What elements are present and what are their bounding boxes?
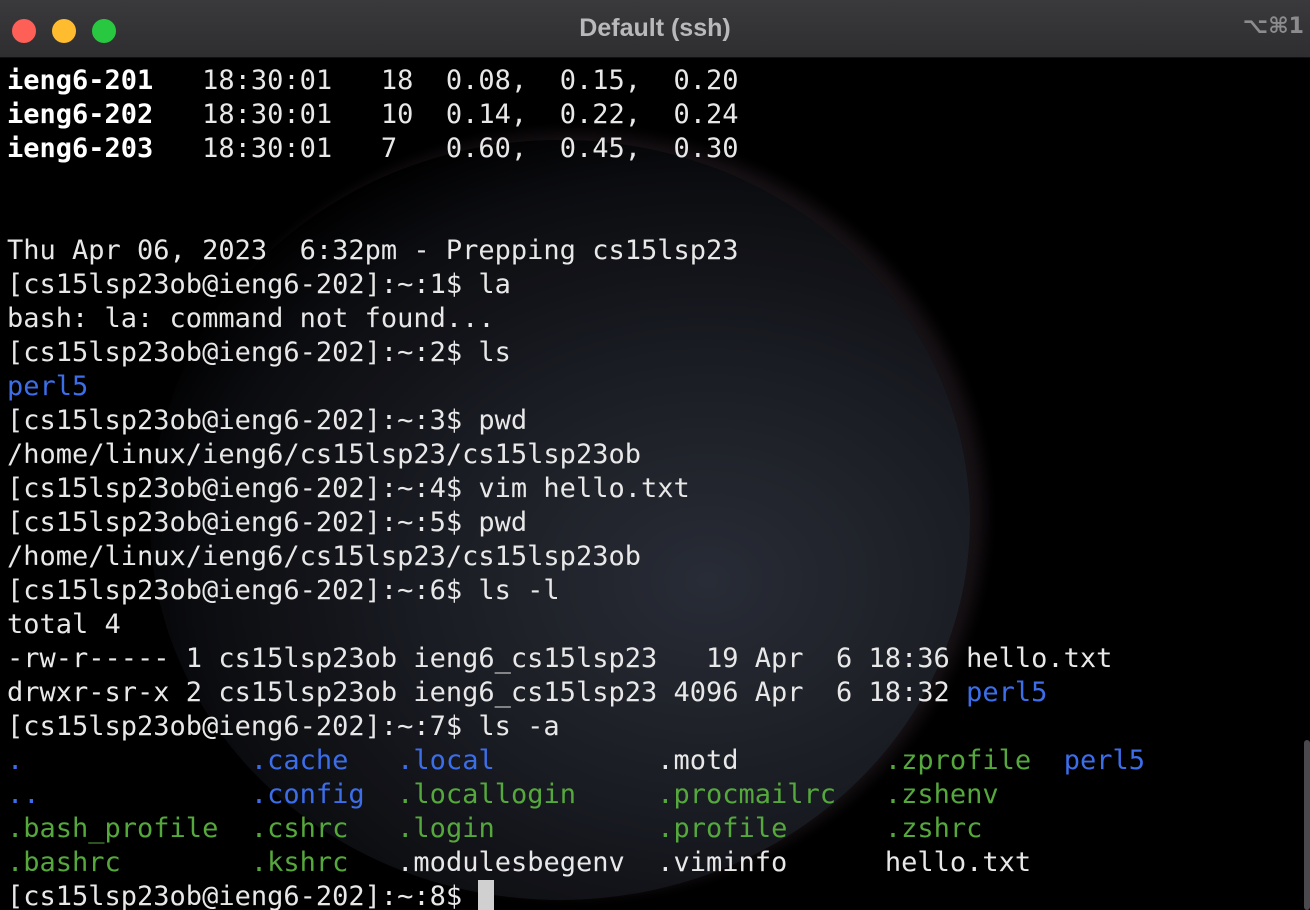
column-gap	[218, 813, 251, 844]
prompt-line: [cs15lsp23ob@ieng6-202]:~:3$ pwd	[7, 405, 528, 436]
prompt-line: [cs15lsp23ob@ieng6-202]:~:4$ vim hello.t…	[7, 473, 690, 504]
column-gap	[625, 847, 658, 878]
column-gap	[348, 745, 397, 776]
prompt-line: [cs15lsp23ob@ieng6-202]:~:7$ ls -a	[7, 711, 560, 742]
dir-entry: .local	[397, 745, 495, 776]
output-line: total 4	[7, 609, 121, 640]
window-title: Default (ssh)	[579, 14, 731, 42]
file-entry: .bash_profile	[7, 813, 219, 844]
text-cursor	[478, 880, 495, 910]
file-entry: .bashrc	[7, 847, 121, 878]
file-listing-line: -rw-r----- 1 cs15lsp23ob ieng6_cs15lsp23…	[7, 643, 1113, 674]
load-values: 18:30:01 7 0.60, 0.45, 0.30	[153, 133, 739, 164]
prompt-line: [cs15lsp23ob@ieng6-202]:~:1$ la	[7, 269, 511, 300]
ls-a-row: .bashrc .kshrc .modulesbegenv .viminfo h…	[7, 846, 1297, 880]
file-entry: .procmailrc	[657, 779, 837, 810]
output-line: /home/linux/ieng6/cs15lsp23/cs15lsp23ob	[7, 541, 641, 572]
file-entry: .kshrc	[250, 847, 349, 878]
column-gap	[787, 813, 885, 844]
file-entry: .profile	[657, 813, 788, 844]
terminal-output[interactable]: ieng6-201 18:30:01 18 0.08, 0.15, 0.20 i…	[7, 64, 1297, 910]
banner-line: Thu Apr 06, 2023 6:32pm - Prepping cs15l…	[7, 235, 739, 266]
directory-entry: perl5	[7, 371, 89, 402]
column-gap	[23, 745, 251, 776]
column-gap	[365, 779, 398, 810]
file-entry: .locallogin	[397, 779, 576, 810]
listing-prefix: drwxr-sr-x 2 cs15lsp23ob ieng6_cs15lsp23…	[7, 677, 967, 708]
column-gap	[40, 779, 251, 810]
output-line: /home/linux/ieng6/cs15lsp23/cs15lsp23ob	[7, 439, 641, 470]
dir-entry: .config	[250, 779, 365, 810]
column-gap	[1031, 745, 1064, 776]
load-values: 18:30:01 10 0.14, 0.22, 0.24	[153, 99, 739, 130]
column-gap	[121, 847, 251, 878]
load-row: ieng6-201 18:30:01 18 0.08, 0.15, 0.20	[7, 64, 1297, 98]
column-gap	[348, 847, 397, 878]
prompt-line: [cs15lsp23ob@ieng6-202]:~:5$ pwd	[7, 507, 528, 538]
ls-a-row: .bash_profile .cshrc .login .profile .zs…	[7, 812, 1297, 846]
prompt-line[interactable]: [cs15lsp23ob@ieng6-202]:~:8$	[7, 880, 1297, 910]
column-gap	[739, 745, 885, 776]
error-line: bash: la: command not found...	[7, 303, 495, 334]
dir-entry: ..	[7, 779, 40, 810]
window-shortcut-label: ⌥⌘1	[1242, 14, 1304, 39]
directory-entry: perl5	[966, 677, 1048, 708]
file-listing-line: drwxr-sr-x 2 cs15lsp23ob ieng6_cs15lsp23…	[7, 676, 1297, 710]
column-gap	[348, 813, 397, 844]
file-entry: .modulesbegenv	[397, 847, 625, 878]
dir-entry: .cache	[250, 745, 349, 776]
file-entry: .zshrc	[884, 813, 983, 844]
prompt-line: [cs15lsp23ob@ieng6-202]:~:6$ ls -l	[7, 575, 560, 606]
prompt-line: [cs15lsp23ob@ieng6-202]:~:2$ ls	[7, 337, 511, 368]
file-entry: .zprofile	[884, 745, 1032, 776]
dir-entry: .	[7, 745, 24, 776]
column-gap	[787, 847, 885, 878]
ls-a-row: .. .config .locallogin .procmailrc .zshe…	[7, 778, 1297, 812]
load-row: ieng6-202 18:30:01 10 0.14, 0.22, 0.24	[7, 98, 1297, 132]
column-gap	[495, 745, 658, 776]
load-row: ieng6-203 18:30:01 7 0.60, 0.45, 0.30	[7, 132, 1297, 166]
file-entry: .login	[397, 813, 495, 844]
scrollbar[interactable]	[1304, 740, 1310, 910]
load-values: 18:30:01 18 0.08, 0.15, 0.20	[153, 65, 739, 96]
column-gap	[495, 813, 658, 844]
title-bar[interactable]: Default (ssh) ⌥⌘1	[0, 0, 1310, 58]
dir-entry: perl5	[1063, 745, 1145, 776]
file-entry: .cshrc	[250, 813, 349, 844]
ls-a-row: . .cache .local .motd .zprofile perl5	[7, 744, 1297, 778]
host-name: ieng6-202	[7, 99, 154, 130]
host-name: ieng6-203	[7, 133, 154, 164]
prompt-text: [cs15lsp23ob@ieng6-202]:~:8$	[7, 881, 479, 910]
terminal-window: Default (ssh) ⌥⌘1 ieng6-201 18:30:01 18 …	[0, 0, 1310, 910]
host-name: ieng6-201	[7, 65, 154, 96]
column-gap	[576, 779, 657, 810]
file-entry: .motd	[657, 745, 739, 776]
file-entry: hello.txt	[884, 847, 1032, 878]
file-entry: .zshenv	[884, 779, 999, 810]
column-gap	[836, 779, 885, 810]
file-entry: .viminfo	[657, 847, 788, 878]
